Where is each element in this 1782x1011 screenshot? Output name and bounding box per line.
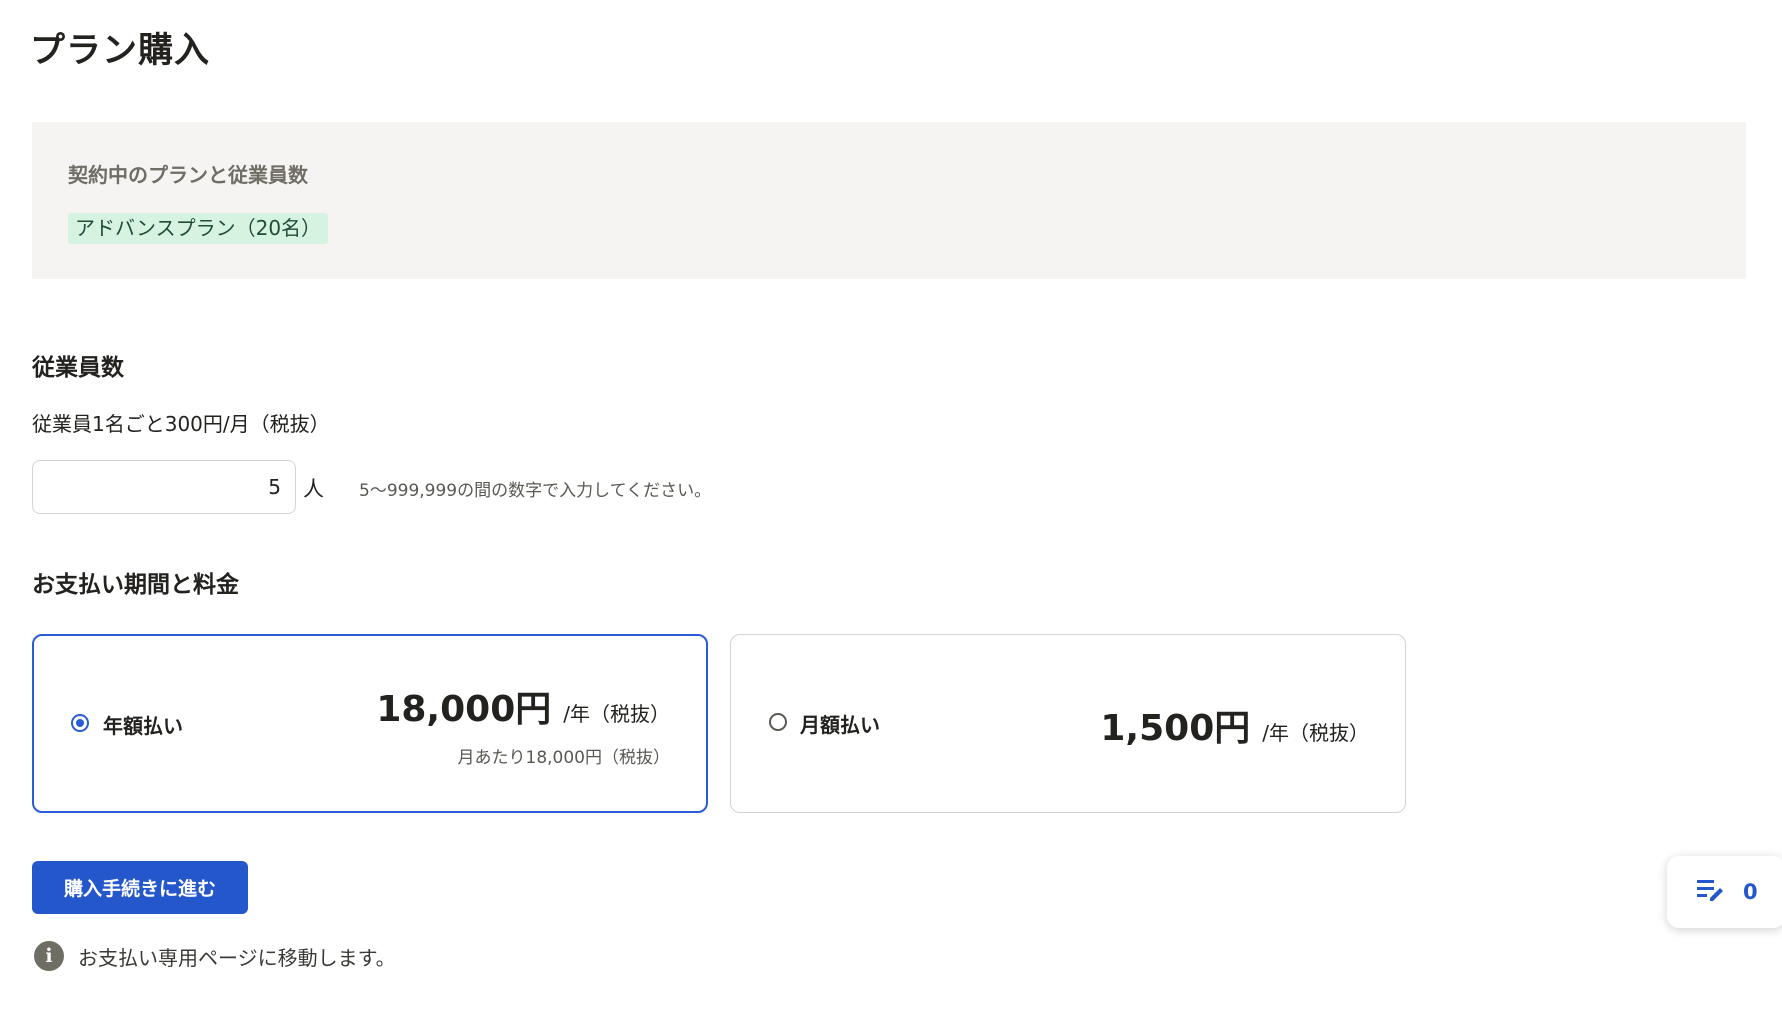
monthly-price-period: /年（税抜）: [1262, 721, 1369, 745]
edit-list-icon: [1695, 876, 1727, 908]
info-icon: i: [34, 941, 64, 971]
unit-price-text: 従業員1名ごと300円/月（税抜）: [32, 412, 330, 436]
yearly-price-row: 18,000円 /年（税抜）: [376, 680, 670, 732]
yearly-radio[interactable]: [71, 714, 89, 732]
notes-count: 0: [1743, 880, 1758, 904]
redirect-notice: i お支払い専用ページに移動します。: [34, 941, 396, 971]
redirect-notice-text: お支払い専用ページに移動します。: [78, 945, 396, 970]
page-title: プラン購入: [30, 31, 211, 71]
proceed-to-purchase-button[interactable]: 購入手続きに進む: [32, 861, 248, 914]
monthly-plan-name: 月額払い: [800, 713, 880, 737]
employee-count-unit: 人: [303, 477, 324, 501]
yearly-price-period: /年（税抜）: [563, 702, 670, 726]
yearly-plan-name: 年額払い: [103, 714, 183, 738]
current-plan-badge: アドバンスプラン（20名）: [68, 213, 329, 244]
floating-notes-widget[interactable]: 0: [1667, 856, 1782, 928]
yearly-plan-card[interactable]: 年額払い 18,000円 /年（税抜） 月あたり18,000円（税抜）: [32, 634, 708, 813]
monthly-price: 1,500円: [1100, 708, 1251, 749]
monthly-price-row: 1,500円 /年（税抜）: [1100, 699, 1369, 751]
yearly-monthly-equivalent: 月あたり18,000円（税抜）: [457, 748, 670, 768]
monthly-plan-card[interactable]: 月額払い 1,500円 /年（税抜）: [730, 634, 1406, 813]
payment-heading: お支払い期間と料金: [32, 572, 239, 598]
monthly-radio[interactable]: [769, 713, 787, 731]
employee-count-input[interactable]: [32, 460, 296, 514]
yearly-price: 18,000円: [376, 689, 552, 730]
employee-count-hint: 5〜999,999の間の数字で入力してください。: [359, 481, 712, 501]
current-plan-panel: 契約中のプランと従業員数 アドバンスプラン（20名）: [32, 122, 1746, 279]
employees-heading: 従業員数: [32, 355, 124, 381]
current-plan-label: 契約中のプランと従業員数: [68, 163, 308, 187]
